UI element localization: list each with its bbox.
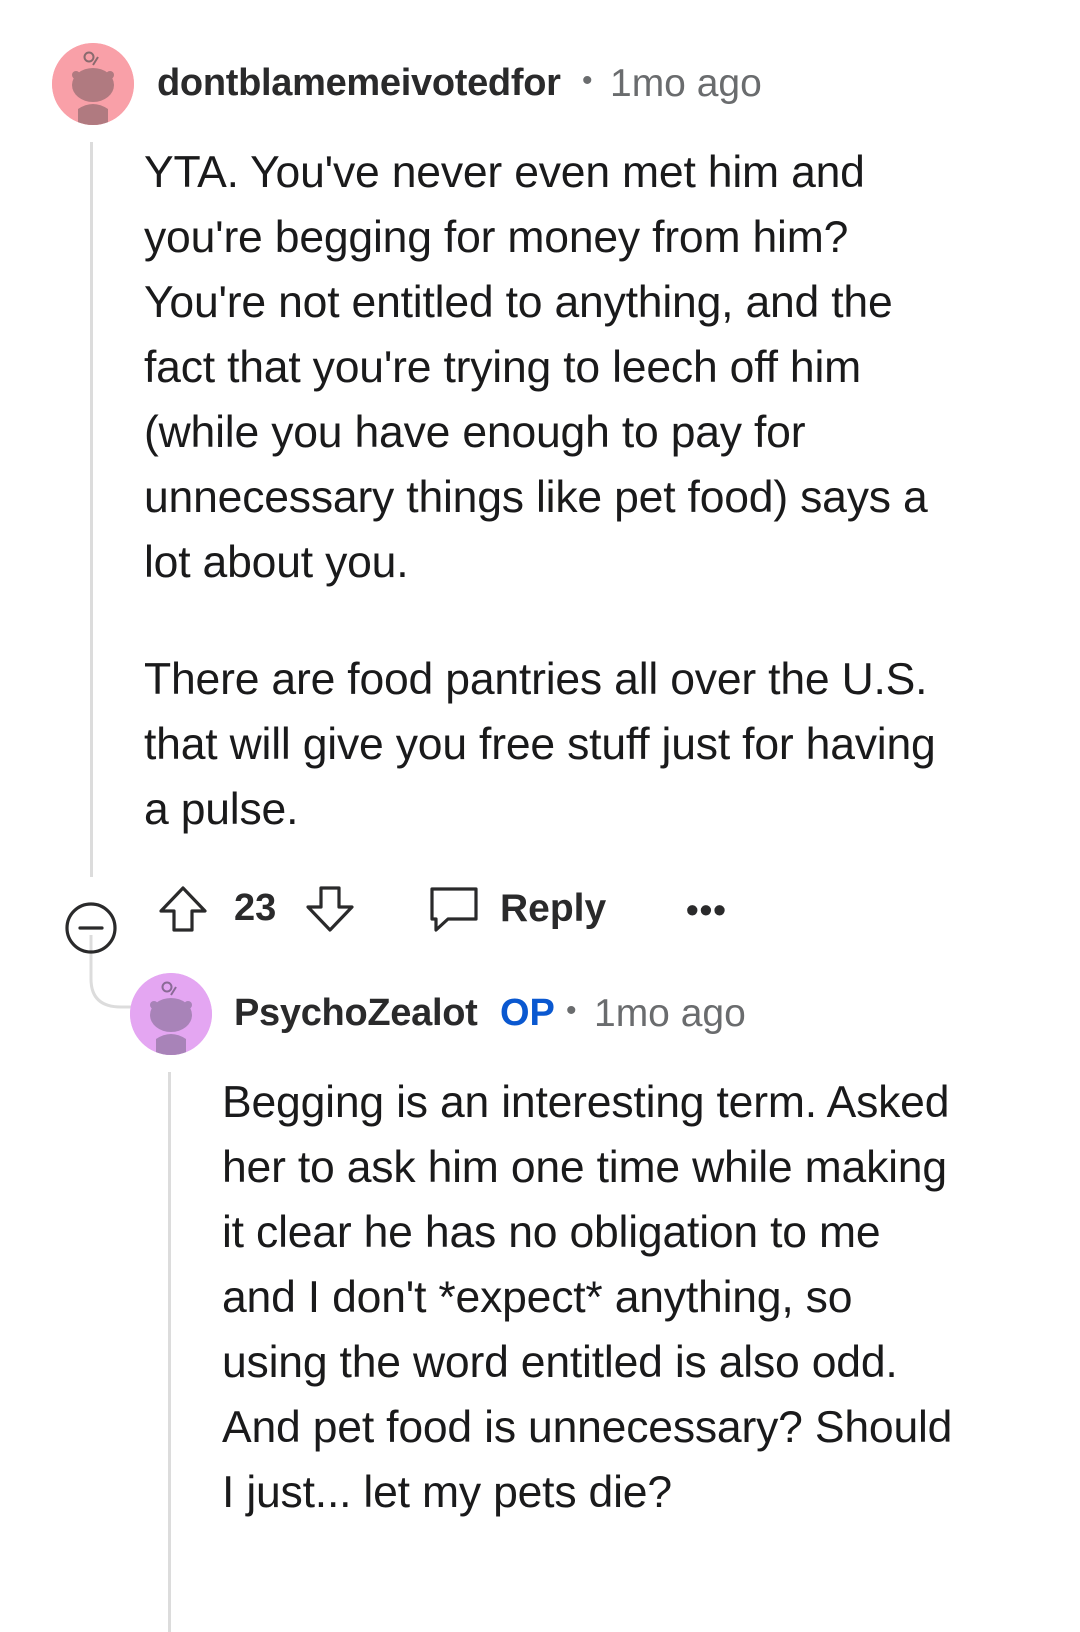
- reply-body: Begging is an interesting term. Asked he…: [222, 1078, 953, 1517]
- minus-circle-icon: [65, 902, 117, 954]
- snoo-avatar-icon: [130, 973, 212, 1055]
- avatar[interactable]: [52, 43, 134, 125]
- comment-timestamp[interactable]: 1mo ago: [610, 62, 762, 106]
- collapse-button[interactable]: [64, 901, 118, 955]
- speech-bubble-icon: [430, 887, 478, 932]
- comment-body-paragraph-2: There are food pantries all over the U.S…: [144, 655, 936, 834]
- reply-avatar[interactable]: [130, 973, 212, 1055]
- downvote-button[interactable]: [304, 883, 356, 935]
- thread-line-main[interactable]: [90, 142, 93, 877]
- thread-line-reply[interactable]: [168, 1072, 171, 1632]
- reply-button[interactable]: [428, 885, 480, 935]
- arrow-down-icon: [306, 886, 354, 932]
- reply-label[interactable]: Reply: [500, 887, 606, 931]
- reply-username[interactable]: PsychoZealot: [234, 992, 478, 1035]
- snoo-avatar-icon: [52, 43, 134, 125]
- upvote-button[interactable]: [157, 883, 209, 935]
- op-badge: OP: [500, 992, 555, 1034]
- meta-separator: •: [582, 64, 593, 97]
- vote-count: 23: [234, 887, 277, 929]
- meta-separator: •: [566, 994, 577, 1027]
- reply-timestamp[interactable]: 1mo ago: [594, 992, 746, 1036]
- comment-body-paragraph-1: YTA. You've never even met him and you'r…: [144, 148, 928, 587]
- comment-username[interactable]: dontblamemeivotedfor: [157, 62, 561, 105]
- arrow-up-icon: [159, 886, 207, 932]
- more-options-button[interactable]: •••: [686, 889, 727, 931]
